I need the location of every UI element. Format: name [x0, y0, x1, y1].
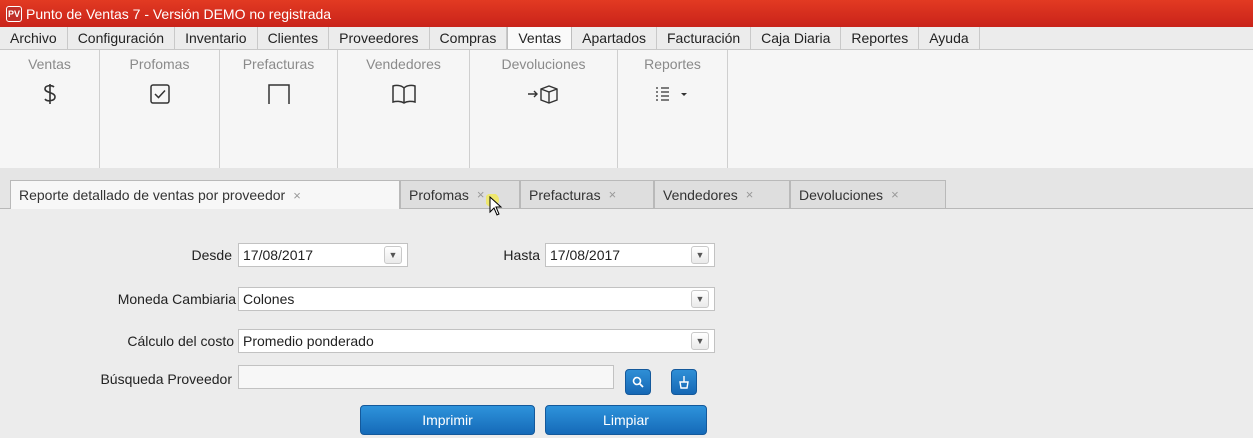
- menu-bar: Archivo Configuración Inventario Cliente…: [0, 27, 1253, 50]
- chevron-down-icon[interactable]: ▼: [691, 246, 709, 264]
- app-icon: PV: [6, 5, 22, 22]
- limpiar-button[interactable]: Limpiar: [545, 405, 707, 435]
- search-icon: [632, 376, 644, 388]
- close-icon[interactable]: ×: [477, 187, 485, 202]
- desde-value: 17/08/2017: [243, 247, 314, 263]
- menu-apartados[interactable]: Apartados: [572, 27, 657, 49]
- ribbon-toolbar: Ventas Profomas Prefacturas Vendedores D…: [0, 50, 1253, 169]
- desde-date-select[interactable]: 17/08/2017: [238, 243, 408, 267]
- ribbon-devoluciones-button[interactable]: Devoluciones: [470, 50, 618, 168]
- search-button[interactable]: [625, 369, 651, 395]
- hasta-date-select[interactable]: 17/08/2017: [545, 243, 715, 267]
- tab-label: Vendedores: [663, 186, 738, 203]
- hasta-value: 17/08/2017: [550, 247, 621, 263]
- menu-ventas[interactable]: Ventas: [507, 27, 573, 49]
- ribbon-prefacturas-button[interactable]: Prefacturas: [220, 50, 338, 168]
- dollar-icon: [42, 82, 58, 106]
- ribbon-ventas-label: Ventas: [28, 56, 71, 72]
- ribbon-devoluciones-label: Devoluciones: [501, 56, 586, 72]
- menu-ayuda[interactable]: Ayuda: [919, 27, 980, 49]
- menu-clientes[interactable]: Clientes: [258, 27, 330, 49]
- menu-caja-diaria[interactable]: Caja Diaria: [751, 27, 842, 49]
- tab-label: Prefacturas: [529, 186, 601, 203]
- calculo-value: Promedio ponderado: [243, 333, 374, 349]
- book-icon: [391, 82, 417, 106]
- desde-label: Desde: [191, 247, 232, 263]
- clear-search-button[interactable]: [671, 369, 697, 395]
- hasta-label: Hasta: [503, 247, 540, 263]
- menu-reportes[interactable]: Reportes: [841, 27, 920, 49]
- clean-icon: [679, 376, 689, 389]
- title-bar: PV Punto de Ventas 7 - Versión DEMO no r…: [0, 0, 1253, 27]
- tab-label: Profomas: [409, 186, 469, 203]
- calculo-label: Cálculo del costo: [127, 333, 234, 349]
- close-icon[interactable]: ×: [746, 187, 754, 202]
- busqueda-proveedor-input[interactable]: [238, 365, 614, 389]
- menu-facturacion[interactable]: Facturación: [657, 27, 752, 49]
- chevron-down-icon[interactable]: ▼: [691, 332, 709, 350]
- menu-configuracion[interactable]: Configuración: [68, 27, 176, 49]
- tab-strip: Reporte detallado de ventas por proveedo…: [0, 168, 1253, 209]
- imprimir-button[interactable]: Imprimir: [360, 405, 535, 435]
- menu-proveedores[interactable]: Proveedores: [329, 27, 430, 49]
- chevron-down-icon[interactable]: ▼: [691, 290, 709, 308]
- chevron-down-icon[interactable]: ▼: [384, 246, 402, 264]
- moneda-value: Colones: [243, 291, 295, 307]
- frame-icon: [267, 82, 291, 106]
- close-icon[interactable]: ×: [609, 187, 617, 202]
- mouse-cursor-icon: [485, 193, 508, 221]
- ribbon-reportes-label: Reportes: [644, 56, 701, 72]
- close-icon[interactable]: ×: [891, 187, 899, 202]
- tab-devoluciones[interactable]: Devoluciones ×: [790, 180, 946, 208]
- tab-prefacturas[interactable]: Prefacturas ×: [520, 180, 654, 208]
- menu-archivo[interactable]: Archivo: [0, 27, 68, 49]
- close-icon[interactable]: ×: [293, 188, 301, 203]
- menu-inventario[interactable]: Inventario: [175, 27, 258, 49]
- ribbon-ventas-button[interactable]: Ventas: [0, 50, 100, 168]
- moneda-select[interactable]: Colones: [238, 287, 715, 311]
- window-title: Punto de Ventas 7 - Versión DEMO no regi…: [26, 5, 332, 22]
- tab-reporte-detallado[interactable]: Reporte detallado de ventas por proveedo…: [10, 180, 400, 209]
- tab-label: Devoluciones: [799, 186, 884, 203]
- ribbon-vendedores-button[interactable]: Vendedores: [338, 50, 470, 168]
- ribbon-reportes-button[interactable]: Reportes: [618, 50, 728, 168]
- return-box-icon: [527, 82, 561, 106]
- ribbon-vendedores-label: Vendedores: [366, 56, 441, 72]
- ribbon-profomas-button[interactable]: Profomas: [100, 50, 220, 168]
- ribbon-prefacturas-label: Prefacturas: [242, 56, 315, 72]
- list-icon: [653, 82, 693, 106]
- calculo-costo-select[interactable]: Promedio ponderado: [238, 329, 715, 353]
- ribbon-profomas-label: Profomas: [129, 56, 190, 72]
- moneda-label: Moneda Cambiaria: [117, 291, 236, 307]
- tab-vendedores[interactable]: Vendedores ×: [654, 180, 790, 208]
- tab-label: Reporte detallado de ventas por proveedo…: [19, 187, 286, 203]
- menu-compras[interactable]: Compras: [430, 27, 508, 49]
- report-form: Desde 17/08/2017 ▼ Hasta 17/08/2017 ▼ Mo…: [0, 209, 1253, 438]
- busqueda-label: Búsqueda Proveedor: [100, 371, 232, 387]
- checkbox-icon: [149, 82, 171, 106]
